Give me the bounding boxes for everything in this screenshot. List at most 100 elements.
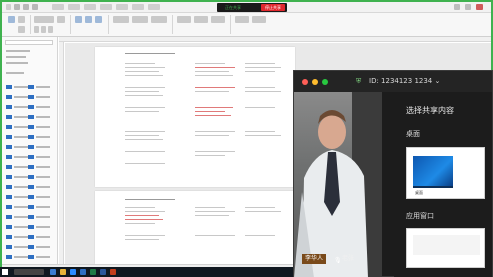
shape-item[interactable] bbox=[6, 235, 50, 239]
stencil-item[interactable] bbox=[6, 55, 26, 59]
shape-item[interactable] bbox=[6, 105, 50, 109]
desktop-preview-taskbar bbox=[413, 186, 453, 188]
minimize-window-button[interactable] bbox=[312, 79, 318, 85]
security-shield-icon[interactable]: ⛨ bbox=[356, 77, 361, 85]
desktop-section-label: 桌面 bbox=[406, 130, 420, 138]
ribbon-separator bbox=[172, 15, 173, 34]
windows-start-icon[interactable] bbox=[2, 269, 8, 275]
find-icon[interactable] bbox=[235, 16, 249, 23]
word-icon[interactable] bbox=[100, 269, 106, 275]
edge-icon[interactable] bbox=[50, 269, 56, 275]
ribbon-tab-view[interactable] bbox=[148, 4, 160, 10]
participant-video: 李华人 🎙 老张 bbox=[294, 92, 382, 277]
stencil-item[interactable] bbox=[6, 71, 24, 75]
shape-item[interactable] bbox=[6, 115, 50, 119]
arrange-icon[interactable] bbox=[177, 16, 191, 23]
ribbon-tab-home[interactable] bbox=[68, 4, 80, 10]
fill-icon[interactable] bbox=[132, 16, 148, 23]
windows-section-label: 应用窗口 bbox=[406, 212, 434, 220]
taskbar-search-input[interactable] bbox=[14, 269, 44, 275]
title-bar: 正在共享 停止共享 bbox=[2, 2, 491, 13]
shape-item[interactable] bbox=[6, 185, 50, 189]
line-icon[interactable] bbox=[151, 16, 167, 23]
underline-icon[interactable] bbox=[48, 26, 53, 33]
shape-item[interactable] bbox=[6, 145, 50, 149]
diagram-page[interactable] bbox=[95, 47, 295, 187]
group-icon[interactable] bbox=[211, 16, 225, 23]
shape-styles[interactable] bbox=[113, 16, 129, 23]
powerpoint-icon[interactable] bbox=[110, 269, 116, 275]
shape-item[interactable] bbox=[6, 255, 50, 259]
ribbon-separator bbox=[108, 15, 109, 34]
shape-item[interactable] bbox=[6, 225, 50, 229]
desktop-share-option[interactable]: 桌面 bbox=[406, 147, 485, 199]
redo-icon[interactable] bbox=[32, 4, 38, 10]
font-size-select[interactable] bbox=[57, 16, 65, 23]
ribbon-tab-design[interactable] bbox=[100, 4, 112, 10]
app-icon bbox=[6, 4, 11, 10]
desktop-caption: 桌面 bbox=[415, 190, 423, 195]
window-preview bbox=[413, 235, 480, 255]
meeting-id-label[interactable]: ID: 1234123 1234 ⌄ bbox=[369, 77, 440, 86]
shape-item[interactable] bbox=[6, 245, 50, 249]
ribbon-toolbar bbox=[2, 13, 491, 37]
shape-item[interactable] bbox=[6, 205, 50, 209]
sharing-status-label: 正在共享 bbox=[225, 5, 241, 10]
font-select[interactable] bbox=[34, 16, 54, 23]
speaker-name-label: 老张 bbox=[342, 255, 355, 262]
ribbon-separator bbox=[70, 15, 71, 34]
ribbon-tab-insert[interactable] bbox=[84, 4, 96, 10]
stencil-item[interactable] bbox=[6, 49, 30, 53]
shape-item[interactable] bbox=[6, 95, 50, 99]
shape-search-input[interactable] bbox=[5, 40, 53, 45]
shape-item[interactable] bbox=[6, 85, 50, 89]
shapes-pane bbox=[2, 37, 58, 264]
share-picker-panel: 选择共享内容 桌面 桌面 应用窗口 bbox=[394, 92, 492, 277]
share-picker-title: 选择共享内容 bbox=[406, 106, 454, 115]
shape-item[interactable] bbox=[6, 215, 50, 219]
text-tool-icon[interactable] bbox=[95, 16, 102, 23]
shape-item[interactable] bbox=[6, 175, 50, 179]
shape-item[interactable] bbox=[6, 135, 50, 139]
stencil-item[interactable] bbox=[6, 61, 28, 65]
shape-item[interactable] bbox=[6, 155, 50, 159]
desktop-preview bbox=[413, 156, 453, 186]
ribbon-tab-data[interactable] bbox=[116, 4, 128, 10]
pointer-tool-icon[interactable] bbox=[75, 16, 82, 23]
shape-item[interactable] bbox=[6, 195, 50, 199]
bold-icon[interactable] bbox=[34, 26, 39, 33]
paste-icon[interactable] bbox=[8, 16, 15, 23]
visio-icon[interactable] bbox=[80, 269, 86, 275]
cut-icon[interactable] bbox=[18, 16, 25, 23]
horizontal-ruler bbox=[59, 37, 491, 42]
stop-share-button[interactable]: 停止共享 bbox=[261, 4, 285, 11]
shape-item[interactable] bbox=[6, 125, 50, 129]
ribbon-tab-review[interactable] bbox=[132, 4, 144, 10]
undo-icon[interactable] bbox=[23, 4, 29, 10]
ribbon-separator bbox=[30, 15, 31, 34]
minimize-button[interactable] bbox=[454, 4, 460, 10]
ribbon-tab-file[interactable] bbox=[52, 4, 64, 10]
shape-item[interactable] bbox=[6, 165, 50, 169]
maximize-button[interactable] bbox=[465, 4, 471, 10]
zoom-title-bar: ⛨ ID: 1234123 1234 ⌄ bbox=[294, 71, 492, 92]
excel-icon[interactable] bbox=[90, 269, 96, 275]
close-window-button[interactable] bbox=[302, 79, 308, 85]
copy-icon[interactable] bbox=[18, 26, 25, 33]
diagram-page[interactable] bbox=[95, 191, 295, 264]
zoom-icon[interactable] bbox=[70, 269, 76, 275]
connector-tool-icon[interactable] bbox=[85, 16, 92, 23]
position-icon[interactable] bbox=[194, 16, 208, 23]
zoom-window-button[interactable] bbox=[322, 79, 328, 85]
screen-share-toolbar: 正在共享 停止共享 bbox=[217, 3, 287, 12]
window-share-option[interactable] bbox=[406, 228, 485, 268]
file-explorer-icon[interactable] bbox=[60, 269, 66, 275]
italic-icon[interactable] bbox=[41, 26, 46, 33]
ribbon-separator bbox=[230, 15, 231, 34]
participant-figure bbox=[294, 110, 368, 277]
vertical-ruler bbox=[59, 42, 64, 264]
close-button[interactable] bbox=[476, 4, 483, 10]
layers-icon[interactable] bbox=[252, 16, 266, 23]
mic-icon: 🎙 bbox=[334, 257, 342, 264]
save-icon[interactable] bbox=[14, 4, 20, 10]
